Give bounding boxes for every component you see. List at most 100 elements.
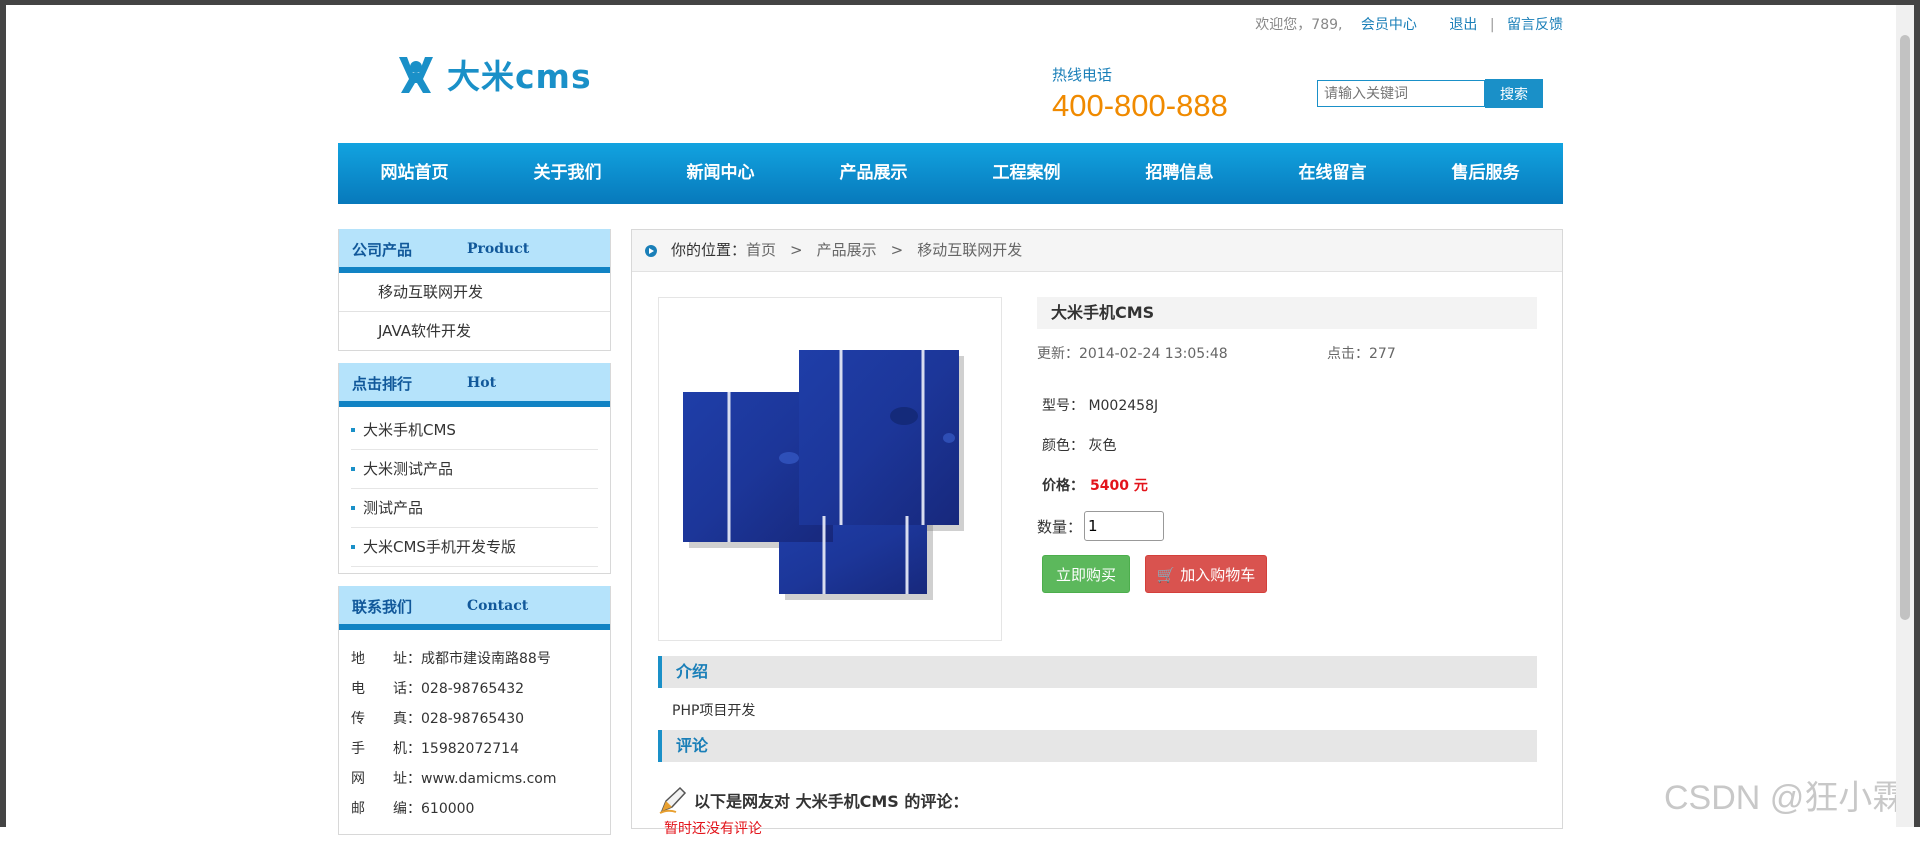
logout-link[interactable]: 退出 — [1449, 17, 1477, 33]
comment-heading: 以下是网友对 大米手机CMS 的评论： — [658, 785, 968, 815]
contact-row-phone: 电 话：028-98765432 — [351, 674, 598, 704]
welcome-text: 欢迎您，789, — [1255, 17, 1343, 33]
contact-key: 地 址： — [351, 651, 421, 667]
contact-box: 联系我们 Contact 地 址：成都市建设南路88号 电 话：028-9876… — [338, 586, 611, 835]
location-icon — [645, 245, 657, 257]
add-to-cart-button[interactable]: 🛒 加入购物车 — [1145, 555, 1267, 593]
nav-item-jobs[interactable]: 招聘信息 — [1103, 143, 1256, 204]
contact-row-address: 地 址：成都市建设南路88号 — [351, 644, 598, 674]
hotline-label: 热线电话 — [1052, 66, 1113, 84]
hot-list: 大米手机CMS 大米测试产品 测试产品 大米CMS手机开发专版 — [339, 407, 610, 573]
contact-value: 成都市建设南路88号 — [421, 651, 551, 667]
hot-item[interactable]: 大米CMS手机开发专版 — [351, 528, 598, 567]
main-nav: 网站首页 关于我们 新闻中心 产品展示 工程案例 招聘信息 在线留言 售后服务 — [338, 143, 1563, 204]
contact-value: www.damicms.com — [421, 771, 557, 787]
product-category-box: 公司产品 Product 移动互联网开发 JAVA软件开发 — [338, 229, 611, 351]
quantity-input[interactable] — [1084, 511, 1165, 541]
hot-item[interactable]: 大米手机CMS — [351, 411, 598, 450]
product-model: 型号： M002458J — [1042, 398, 1159, 414]
logo-text: 大米cms — [447, 57, 592, 96]
breadcrumb-item-products[interactable]: 产品展示 — [817, 241, 877, 259]
contact-header: 联系我们 Contact — [339, 586, 610, 630]
contact-key: 邮 编： — [351, 801, 421, 817]
product-category-item[interactable]: JAVA软件开发 — [339, 312, 610, 350]
page-scrollbar[interactable] — [1896, 5, 1914, 827]
hot-ranking-header: 点击排行 Hot — [339, 363, 610, 407]
no-comment-text: 暂时还没有评论 — [664, 821, 762, 837]
hotline-number: 400-800-888 — [1052, 88, 1228, 123]
price-value: 5400 元 — [1090, 478, 1148, 494]
top-links-separator: | — [1489, 17, 1495, 33]
breadcrumb-arrow-icon: > — [790, 241, 803, 259]
nav-item-cases[interactable]: 工程案例 — [950, 143, 1103, 204]
contact-value: 15982072714 — [421, 741, 519, 757]
pen-icon — [659, 786, 687, 814]
logo-mark-icon — [399, 57, 433, 93]
product-category-title: 公司产品 — [352, 241, 413, 259]
contact-value: 610000 — [421, 801, 475, 817]
nav-item-service[interactable]: 售后服务 — [1409, 143, 1562, 204]
hotline: 热线电话 400-800-888 — [1052, 64, 1228, 124]
hot-item[interactable]: 测试产品 — [351, 489, 598, 528]
product-category-item[interactable]: 移动互联网开发 — [339, 273, 610, 312]
search-button[interactable]: 搜索 — [1485, 79, 1543, 108]
member-center-link[interactable]: 会员中心 — [1361, 17, 1417, 33]
site-logo[interactable]: 大米cms — [395, 50, 592, 98]
cart-icon: 🛒 — [1156, 565, 1176, 584]
contact-key: 手 机： — [351, 741, 421, 757]
product-price: 价格： 5400 元 — [1037, 475, 1537, 495]
comment-section-header: 评论 — [658, 730, 1537, 762]
breadcrumb: 你的位置：首页 > 产品展示 > 移动互联网开发 — [632, 230, 1562, 272]
contact-row-fax: 传 真：028-98765430 — [351, 704, 598, 734]
hot-ranking-title: 点击排行 — [352, 375, 413, 393]
contact-row-postcode: 邮 编：610000 — [351, 794, 598, 824]
hot-item[interactable]: 大米测试产品 — [351, 450, 598, 489]
breadcrumb-item-home[interactable]: 首页 — [746, 241, 776, 259]
product-category-title-en: Product — [467, 241, 530, 257]
breadcrumb-item-current[interactable]: 移动互联网开发 — [917, 241, 1022, 259]
product-color: 颜色： 灰色 — [1042, 438, 1117, 454]
nav-item-message[interactable]: 在线留言 — [1256, 143, 1409, 204]
solar-panel-image — [683, 350, 964, 600]
sidebar: 公司产品 Product 移动互联网开发 JAVA软件开发 点击排行 Hot 大… — [338, 229, 611, 847]
contact-key: 电 话： — [351, 681, 421, 697]
contact-value: 028-98765432 — [421, 681, 525, 697]
product-image — [658, 297, 1002, 641]
main-content: 你的位置：首页 > 产品展示 > 移动互联网开发 大米手机CMS 更新：2014… — [631, 229, 1563, 837]
nav-item-home[interactable]: 网站首页 — [338, 143, 491, 204]
nav-item-products[interactable]: 产品展示 — [797, 143, 950, 204]
intro-section-header: 介绍 — [658, 656, 1537, 688]
product-clicks: 点击：277 — [1327, 346, 1396, 362]
contact-value: 028-98765430 — [421, 711, 525, 727]
breadcrumb-label: 你的位置： — [671, 241, 747, 259]
purchase-buttons: 立即购买 🛒 加入购物车 — [1037, 555, 1537, 593]
hot-ranking-title-en: Hot — [467, 375, 497, 391]
product-category-header: 公司产品 Product — [339, 229, 610, 273]
contact-title-en: Contact — [467, 598, 529, 614]
buy-now-button[interactable]: 立即购买 — [1042, 555, 1130, 593]
price-label: 价格： — [1042, 478, 1084, 494]
contact-row-mobile: 手 机：15982072714 — [351, 734, 598, 764]
quantity-label: 数量： — [1037, 517, 1083, 536]
product-meta: 更新：2014-02-24 13:05:48 点击：277 — [1037, 343, 1537, 363]
search-bar: 搜索 — [1317, 79, 1543, 108]
quantity-row: 数量： — [1037, 511, 1537, 541]
hot-ranking-box: 点击排行 Hot 大米手机CMS 大米测试产品 测试产品 大米CMS手机开发专版 — [338, 363, 611, 574]
nav-item-about[interactable]: 关于我们 — [491, 143, 644, 204]
contact-key: 传 真： — [351, 711, 421, 727]
breadcrumb-arrow-icon: > — [890, 241, 904, 259]
contact-key: 网 址： — [351, 771, 421, 787]
nav-item-news[interactable]: 新闻中心 — [644, 143, 797, 204]
contact-list: 地 址：成都市建设南路88号 电 话：028-98765432 传 真：028-… — [339, 630, 610, 834]
intro-text: PHP项目开发 — [672, 703, 756, 719]
product-title: 大米手机CMS — [1037, 297, 1537, 329]
add-to-cart-label: 加入购物车 — [1180, 565, 1256, 584]
search-input[interactable] — [1317, 80, 1485, 107]
watermark: CSDN @狂小霖 — [1664, 779, 1907, 817]
comment-heading-text: 以下是网友对 大米手机CMS 的评论： — [694, 792, 969, 811]
feedback-link[interactable]: 留言反馈 — [1507, 17, 1563, 33]
contact-row-website: 网 址：www.damicms.com — [351, 764, 598, 794]
scrollbar-thumb[interactable] — [1900, 35, 1910, 620]
contact-title: 联系我们 — [352, 598, 413, 616]
product-updated: 更新：2014-02-24 13:05:48 — [1037, 346, 1228, 362]
